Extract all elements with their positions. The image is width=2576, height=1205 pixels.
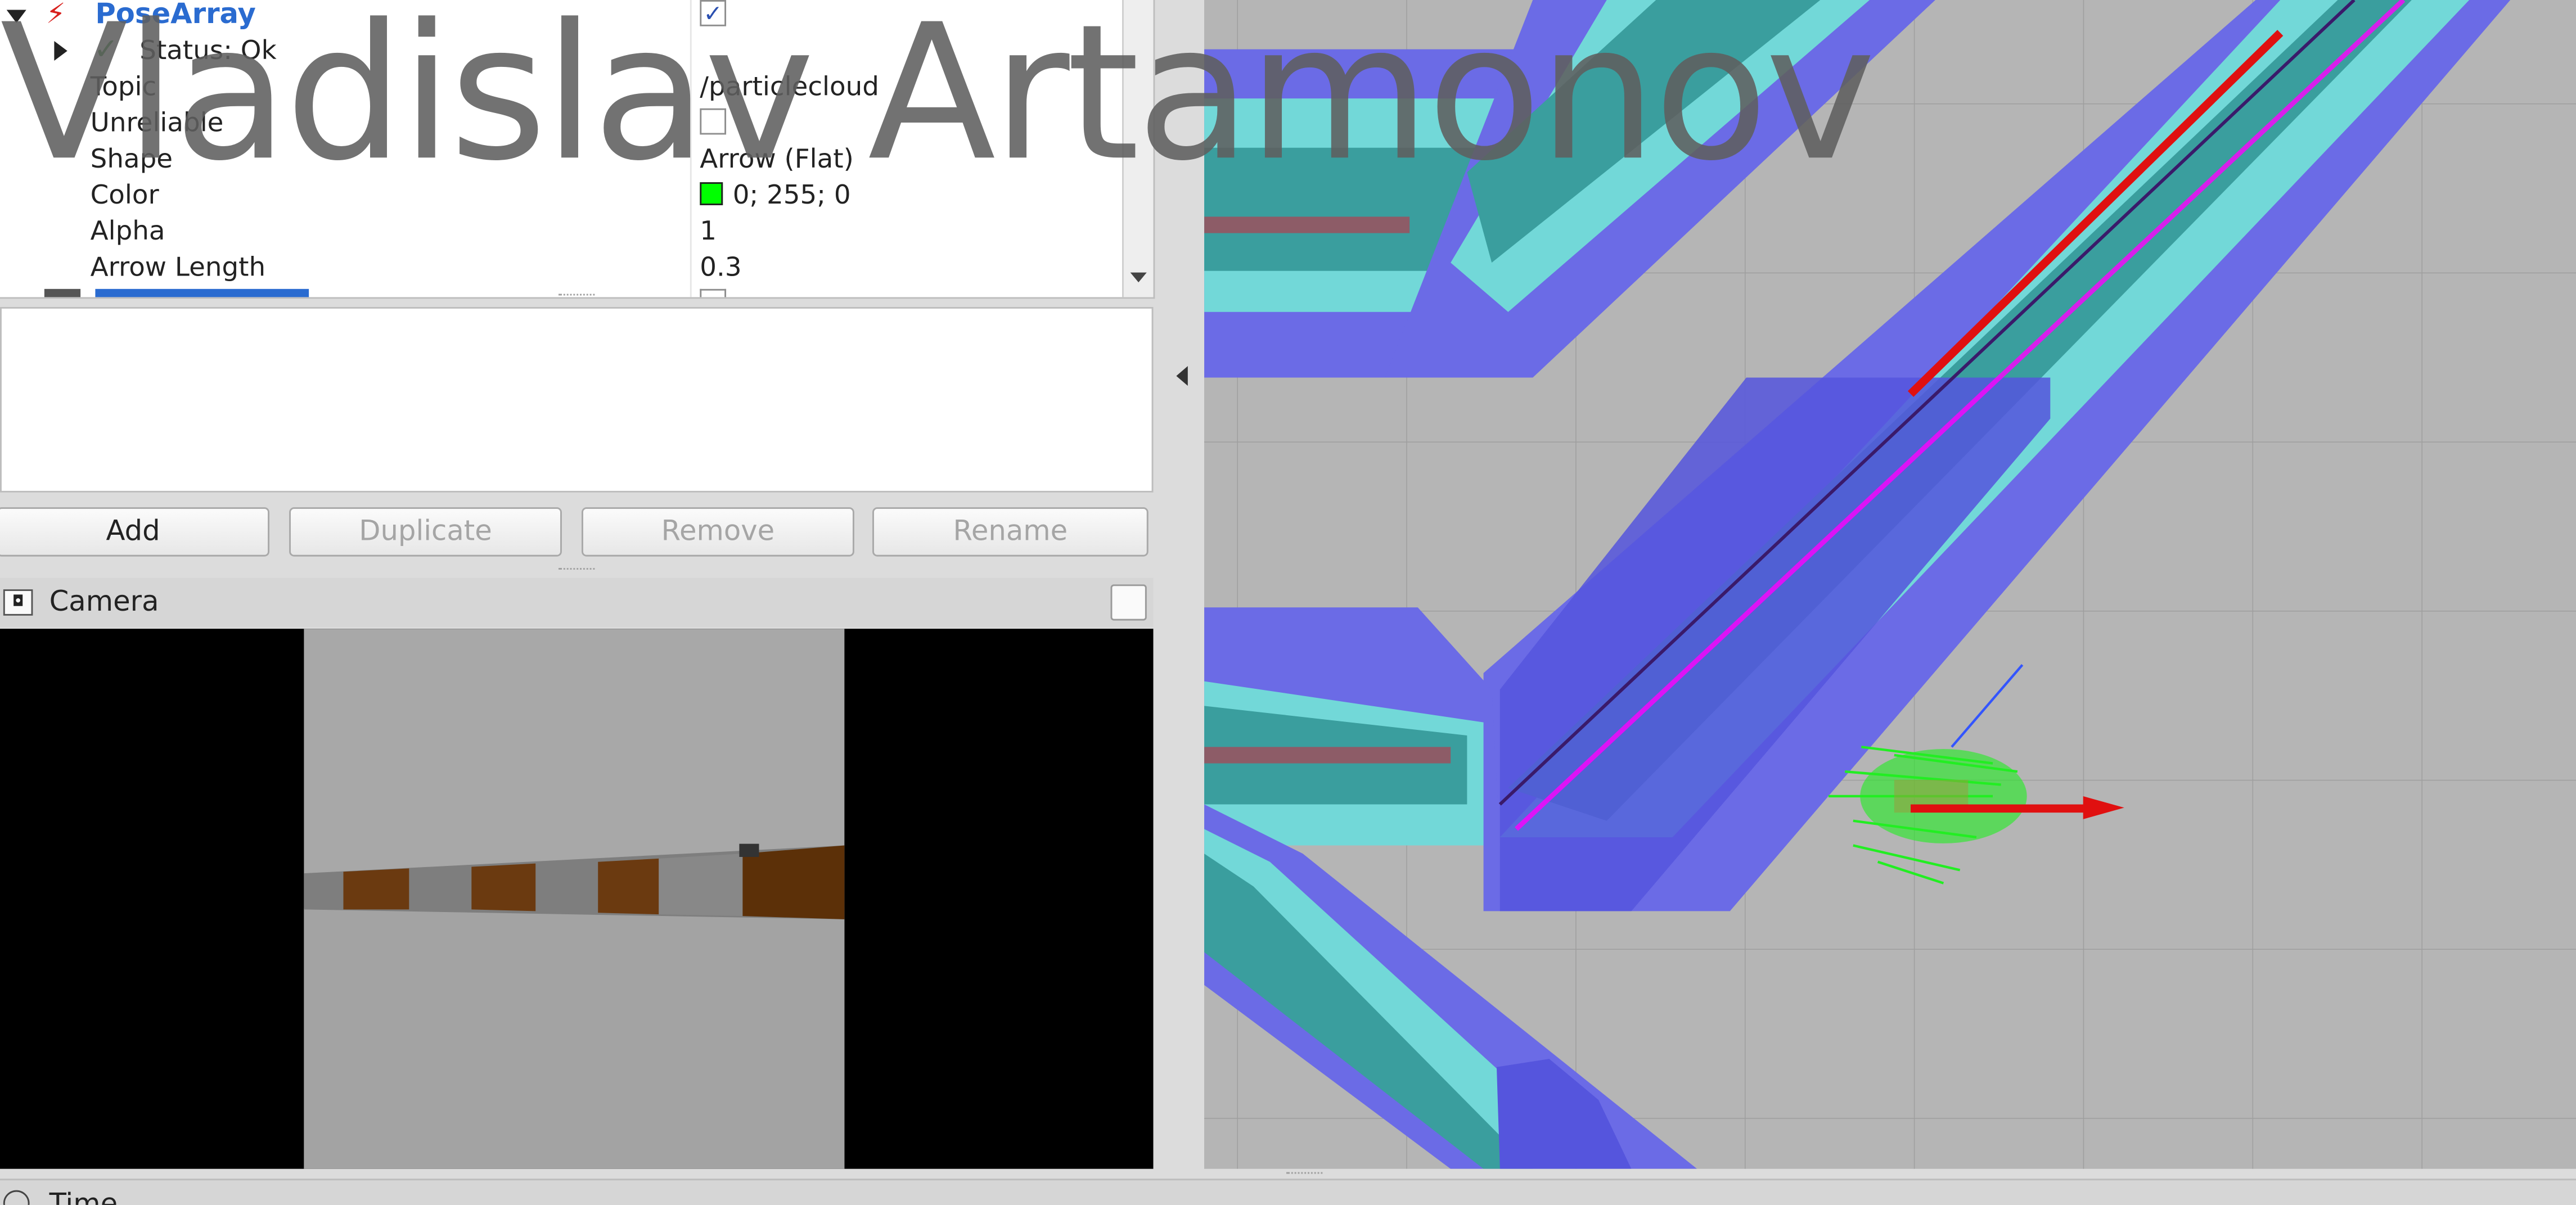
collapse-panel-arrow-icon[interactable] bbox=[1176, 366, 1188, 386]
camera-panel-title: Camera bbox=[49, 586, 159, 619]
clock-icon bbox=[3, 1190, 30, 1205]
property-row-arrow-length[interactable]: Arrow Length 0.3 bbox=[0, 250, 1124, 286]
camera-image bbox=[0, 629, 1154, 1169]
splitter-grip[interactable] bbox=[1286, 1172, 1323, 1177]
splitter-grip[interactable] bbox=[559, 294, 595, 297]
splitter-grip[interactable] bbox=[559, 568, 595, 573]
display-type-icon bbox=[44, 288, 81, 297]
property-row-alpha[interactable]: Alpha 1 bbox=[0, 214, 1124, 250]
rename-button[interactable]: Rename bbox=[872, 507, 1149, 557]
property-value[interactable]: 0.3 bbox=[700, 250, 741, 286]
property-description-pane bbox=[0, 306, 1154, 493]
time-panel[interactable]: Time bbox=[0, 1179, 2576, 1205]
property-label: Arrow Length bbox=[90, 251, 266, 283]
add-button[interactable]: Add bbox=[0, 507, 270, 557]
duplicate-button[interactable]: Duplicate bbox=[289, 507, 562, 557]
enabled-checkbox[interactable] bbox=[700, 288, 727, 297]
undock-button[interactable] bbox=[1110, 584, 1147, 621]
scroll-down-arrow-icon[interactable] bbox=[1130, 272, 1147, 283]
camera-scene bbox=[304, 629, 845, 1169]
camera-icon: ◘ bbox=[3, 589, 33, 616]
camera-panel-titlebar[interactable]: ◘ Camera bbox=[0, 577, 1154, 628]
rviz-window: ⚡ PoseArray ✓ ✓ Status: Ok Topic /partic… bbox=[0, 0, 2576, 1205]
author-watermark: Vladislav Artamonov bbox=[0, 0, 1876, 202]
display-name-cut bbox=[95, 288, 309, 297]
property-label: Alpha bbox=[90, 215, 165, 246]
property-value[interactable]: 1 bbox=[700, 214, 717, 250]
time-panel-title: Time bbox=[49, 1188, 118, 1205]
remove-button[interactable]: Remove bbox=[582, 507, 854, 557]
